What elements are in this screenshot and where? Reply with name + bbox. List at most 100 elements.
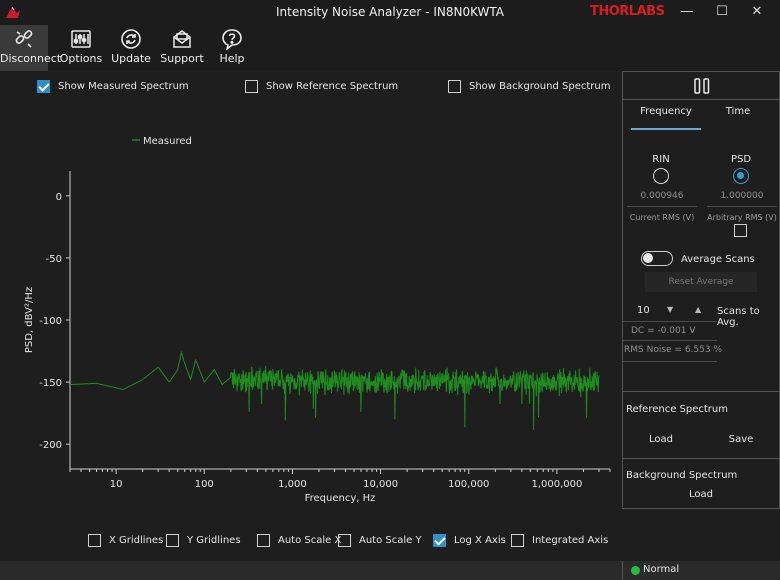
y-gridlines-label: Y Gridlines xyxy=(187,535,241,546)
toggle-knob xyxy=(643,253,653,263)
help-button[interactable]: Help xyxy=(214,25,250,71)
psd-value: 1.000000 xyxy=(707,191,777,207)
scans-value[interactable]: 10 xyxy=(637,305,650,316)
y-axis-label: PSD, dBV²/Hz xyxy=(24,287,35,353)
arbitrary-rms-checkbox[interactable] xyxy=(734,224,747,237)
x-tick-label: 100 xyxy=(195,479,214,490)
rms-noise-readout: RMS Noise = 6.553 % xyxy=(624,345,722,355)
show-reference-label: Show Reference Spectrum xyxy=(266,81,399,92)
rms-divider xyxy=(623,361,717,362)
rin-radio[interactable] xyxy=(653,168,669,184)
y-tick-label: -100 xyxy=(39,316,62,327)
scans-decrement-icon[interactable]: ▼ xyxy=(667,305,673,314)
integrated-axis-checkbox[interactable]: Integrated Axis xyxy=(511,534,608,547)
psd-radio-dot xyxy=(737,172,744,179)
checkbox-box[interactable] xyxy=(37,80,50,93)
y-tick-label: -150 xyxy=(39,378,62,389)
reference-divider xyxy=(623,391,779,392)
x-tick-label: 10 xyxy=(110,479,123,490)
average-scans-toggle[interactable] xyxy=(641,251,673,266)
support-button[interactable]: Support xyxy=(160,25,204,71)
background-load-button[interactable]: Load xyxy=(675,485,727,505)
background-spectrum-title: Background Spectrum xyxy=(626,470,738,481)
auto-scale-x-label: Auto Scale X xyxy=(278,535,342,546)
close-button[interactable]: ✕ xyxy=(742,2,772,22)
reference-save-button[interactable]: Save xyxy=(715,430,767,450)
tab-frequency[interactable]: Frequency xyxy=(631,106,701,130)
options-label: Options xyxy=(59,52,103,65)
x-axis-label: Frequency, Hz xyxy=(305,493,376,504)
reset-average-button[interactable]: Reset Average xyxy=(645,272,757,292)
psd-radio[interactable] xyxy=(733,168,749,184)
psd-caption: Arbitrary RMS (V) xyxy=(707,213,777,222)
checkbox-box[interactable] xyxy=(257,534,270,547)
y-tick-label: -50 xyxy=(46,254,62,265)
psd-label: PSD xyxy=(730,154,752,165)
checkbox-box[interactable] xyxy=(433,534,446,547)
plot-area: Show Measured Spectrum Show Reference Sp… xyxy=(0,71,622,561)
tab-frequency-label: Frequency xyxy=(640,106,692,117)
checkbox-box[interactable] xyxy=(511,534,524,547)
background-divider xyxy=(623,458,779,459)
title-bar: Intensity Noise Analyzer - IN8N0KWTA THO… xyxy=(0,0,780,25)
show-measured-checkbox[interactable]: Show Measured Spectrum xyxy=(37,80,189,93)
pause-button[interactable] xyxy=(623,72,779,100)
legend-label-measured: Measured xyxy=(143,136,192,147)
auto-scale-y-checkbox[interactable]: Auto Scale Y xyxy=(338,534,422,547)
auto-scale-y-label: Auto Scale Y xyxy=(359,535,422,546)
show-background-checkbox[interactable]: Show Background Spectrum xyxy=(448,80,610,93)
y-gridlines-checkbox[interactable]: Y Gridlines xyxy=(166,534,241,547)
brand-logo: THORLABS xyxy=(590,4,665,19)
show-background-label: Show Background Spectrum xyxy=(469,81,611,92)
psd-chart[interactable]: 0 -50 -100 -150 -200 10 100 1,000 10,000 100,000 1… xyxy=(0,101,622,541)
x-tick-label: 100,000 xyxy=(448,479,489,490)
status-text: Normal xyxy=(643,564,680,575)
refresh-icon xyxy=(121,29,141,49)
checkbox-box[interactable] xyxy=(448,80,461,93)
tab-time[interactable]: Time xyxy=(703,106,773,130)
y-tick-label: -200 xyxy=(39,440,62,451)
sliders-icon xyxy=(71,30,91,48)
show-measured-label: Show Measured Spectrum xyxy=(58,81,189,92)
update-button[interactable]: Update xyxy=(110,25,152,71)
scans-increment-icon[interactable]: ▲ xyxy=(695,305,701,314)
rin-caption: Current RMS (V) xyxy=(629,213,695,222)
status-bar: Normal xyxy=(0,561,780,580)
mail-icon xyxy=(173,30,191,48)
integrated-axis-label: Integrated Axis xyxy=(532,535,609,546)
auto-scale-x-checkbox[interactable]: Auto Scale X xyxy=(257,534,341,547)
dc-readout: DC = -0.001 V xyxy=(631,326,696,336)
support-label: Support xyxy=(160,52,204,65)
toolbar: Disconnect Options Update Support Help xyxy=(0,25,780,71)
options-button[interactable]: Options xyxy=(58,25,104,71)
show-reference-checkbox[interactable]: Show Reference Spectrum xyxy=(245,80,398,93)
rin-value: 0.000946 xyxy=(627,191,697,207)
scans-to-avg-label: Scans to Avg. xyxy=(717,306,760,328)
status-divider xyxy=(622,561,623,580)
x-tick-label: 1,000 xyxy=(278,479,307,490)
unlink-icon xyxy=(15,30,33,48)
pause-icon xyxy=(694,78,710,94)
x-gridlines-checkbox[interactable]: X Gridlines xyxy=(88,534,163,547)
log-x-axis-label: Log X Axis xyxy=(454,535,506,546)
maximize-button[interactable]: ☐ xyxy=(707,2,737,22)
checkbox-box[interactable] xyxy=(245,80,258,93)
dc-divider xyxy=(623,340,717,341)
checkbox-box[interactable] xyxy=(338,534,351,547)
scans-divider xyxy=(623,321,717,322)
help-label: Help xyxy=(219,52,245,65)
x-tick-label: 10,000 xyxy=(363,479,398,490)
tab-time-label: Time xyxy=(725,106,751,117)
log-x-axis-checkbox[interactable]: Log X Axis xyxy=(433,534,506,547)
minimize-button[interactable]: — xyxy=(672,2,702,22)
update-label: Update xyxy=(111,52,151,65)
reference-load-button[interactable]: Load xyxy=(635,430,687,450)
x-tick-label: 1,000,000 xyxy=(531,479,582,490)
control-panel: Frequency Time RIN PSD 0.000946 1.000000… xyxy=(622,71,780,509)
checkbox-box[interactable] xyxy=(166,534,179,547)
status-indicator-icon xyxy=(631,566,640,575)
average-scans-label: Average Scans xyxy=(681,254,755,265)
x-gridlines-label: X Gridlines xyxy=(109,535,164,546)
checkbox-box[interactable] xyxy=(88,534,101,547)
disconnect-button[interactable]: Disconnect xyxy=(0,25,61,71)
